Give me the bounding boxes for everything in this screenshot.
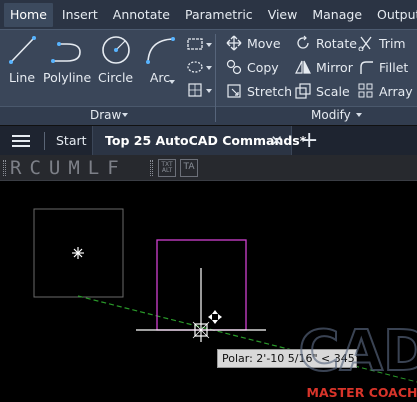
array-button[interactable]: Array xyxy=(358,81,413,101)
move-button[interactable]: Move xyxy=(226,33,281,53)
move-icon xyxy=(226,35,242,51)
draw-panel-label[interactable]: Draw xyxy=(90,108,121,122)
trim-button[interactable]: Trim xyxy=(358,33,406,53)
custom-toolbar: RCUMLF TXT ALT TA xyxy=(0,155,417,181)
fillet-button[interactable]: Fillet xyxy=(358,57,408,77)
add-tab-icon[interactable]: + xyxy=(300,126,318,155)
boundary-dropdown-arrow[interactable] xyxy=(206,89,212,93)
boundary-icon[interactable] xyxy=(186,82,208,98)
tab-annotate[interactable]: Annotate xyxy=(107,3,176,27)
base-point-marker xyxy=(72,247,84,259)
modify-panel-label[interactable]: Modify xyxy=(311,108,351,122)
panel-separator xyxy=(215,34,216,122)
polyline-tool-label: Polyline xyxy=(43,70,92,85)
circle-icon xyxy=(101,36,130,64)
polyline-icon xyxy=(51,42,81,63)
tab-output[interactable]: Output xyxy=(371,3,417,27)
ribbon-tab-bar: Home Insert Annotate Parametric View Man… xyxy=(0,0,417,29)
copy-button[interactable]: Copy xyxy=(226,57,279,77)
mirror-icon xyxy=(295,60,311,74)
modify-panel-expand-arrow[interactable] xyxy=(356,113,362,117)
arc-icon xyxy=(146,37,175,64)
command-shortcut-icons[interactable]: RCUMLF xyxy=(10,156,127,180)
tab-divider xyxy=(44,132,45,150)
mirror-button[interactable]: Mirror xyxy=(295,57,353,77)
scale-label: Scale xyxy=(316,83,350,99)
tab-start[interactable]: Start xyxy=(56,126,87,156)
fillet-label: Fillet xyxy=(379,59,409,75)
circle-tool-button[interactable]: Circle xyxy=(98,34,133,85)
menu-icon[interactable] xyxy=(12,135,30,147)
hatch-dropdown-arrow[interactable] xyxy=(206,66,212,70)
line-tool-label: Line xyxy=(8,70,36,85)
rotate-icon xyxy=(297,35,309,49)
tab-view[interactable]: View xyxy=(262,3,304,27)
text-align-line2: ALT xyxy=(161,167,173,174)
draw-panel-expand-arrow[interactable] xyxy=(122,113,128,117)
cad-master-coach-logo: CAD MASTER COACH xyxy=(300,318,417,400)
tab-home[interactable]: Home xyxy=(4,2,53,27)
rectangle-dropdown-arrow[interactable] xyxy=(206,43,212,47)
scale-button[interactable]: Scale xyxy=(295,81,350,101)
trim-icon xyxy=(358,36,372,51)
stretch-icon xyxy=(227,84,241,98)
text-tool-icon[interactable]: TA xyxy=(180,159,198,177)
logo-text-master-coach: MASTER COACH xyxy=(307,385,417,400)
polar-tracking-line xyxy=(77,295,301,353)
ribbon-panel-footer xyxy=(0,106,417,125)
copy-icon xyxy=(226,59,242,75)
move-label: Move xyxy=(247,35,281,51)
move-grip-icon xyxy=(208,310,222,324)
close-icon[interactable]: ✕ xyxy=(270,126,283,156)
tab-manage[interactable]: Manage xyxy=(306,3,368,27)
circle-tool-label: Circle xyxy=(98,70,134,85)
toolbar-grip[interactable] xyxy=(150,160,153,176)
line-icon xyxy=(9,36,36,64)
arc-tool-button[interactable]: Arc xyxy=(143,34,177,85)
hatch-icon[interactable] xyxy=(186,59,208,75)
stretch-button[interactable]: Stretch xyxy=(226,81,292,101)
rotate-button[interactable]: Rotate xyxy=(295,33,357,53)
scale-icon xyxy=(295,83,311,99)
rectangle-icon[interactable] xyxy=(186,36,208,52)
text-align-icon[interactable]: TXT ALT xyxy=(158,159,176,177)
stretch-label: Stretch xyxy=(247,83,293,99)
toolbar-grip[interactable] xyxy=(3,160,6,176)
file-tab-bar: Start Top 25 AutoCAD Commands* ✕ + xyxy=(0,125,417,156)
copy-label: Copy xyxy=(247,59,279,75)
array-label: Array xyxy=(379,83,413,99)
fillet-icon xyxy=(360,61,373,74)
trim-label: Trim xyxy=(379,35,406,51)
arc-dropdown-arrow[interactable] xyxy=(169,80,175,84)
array-icon xyxy=(358,83,373,98)
mirror-label: Mirror xyxy=(316,59,353,75)
logo-text-cad: CAD xyxy=(300,319,417,384)
polyline-tool-button[interactable]: Polyline xyxy=(43,34,91,85)
tab-insert[interactable]: Insert xyxy=(56,3,104,27)
tab-parametric[interactable]: Parametric xyxy=(179,3,259,27)
tab-active-document[interactable]: Top 25 AutoCAD Commands* ✕ xyxy=(92,126,306,156)
line-tool-button[interactable]: Line xyxy=(6,34,38,85)
rotate-label: Rotate xyxy=(316,35,357,51)
